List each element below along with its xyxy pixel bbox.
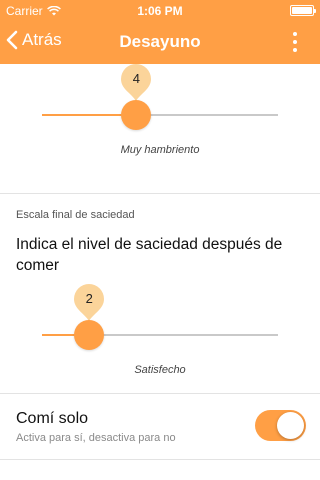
divider [0, 193, 320, 194]
navigation-bar: Atrás Desayuno [0, 20, 320, 64]
toggle-knob [277, 412, 304, 439]
top-bar: Carrier 1:06 PM Atrás Desayuno [0, 0, 320, 64]
divider [0, 393, 320, 394]
satiety-section-label: Escala final de saciedad [16, 209, 135, 221]
slider-track-rest [89, 334, 278, 336]
hunger-value: 4 [132, 71, 140, 86]
satiety-value-bubble: 2 [72, 282, 106, 322]
satiety-slider[interactable] [42, 320, 278, 350]
ate-alone-row: Comí solo Activa para sí, desactiva para… [0, 396, 320, 458]
screen: Carrier 1:06 PM Atrás Desayuno 4 Muy ham… [0, 0, 320, 480]
status-time: 1:06 PM [137, 4, 183, 18]
hunger-slider[interactable] [42, 100, 278, 130]
hunger-caption: Muy hambriento [120, 144, 200, 156]
satiety-value: 2 [85, 291, 93, 306]
vertical-dots-icon[interactable] [290, 30, 300, 54]
satiety-caption: Satisfecho [134, 364, 186, 376]
ate-alone-subtitle: Activa para sí, desactiva para no [16, 432, 176, 444]
satiety-question: Indica el nivel de saciedad después de c… [16, 236, 283, 274]
slider-thumb[interactable] [121, 100, 152, 130]
hunger-value-bubble: 4 [119, 62, 153, 102]
page-title: Desayuno [119, 32, 201, 51]
ate-alone-toggle[interactable] [255, 410, 306, 441]
slider-thumb[interactable] [74, 320, 105, 350]
battery-icon [290, 5, 316, 16]
ate-alone-title: Comí solo [16, 410, 89, 427]
status-bar: Carrier 1:06 PM [0, 0, 320, 20]
slider-track-rest [136, 114, 278, 116]
divider [0, 459, 320, 460]
